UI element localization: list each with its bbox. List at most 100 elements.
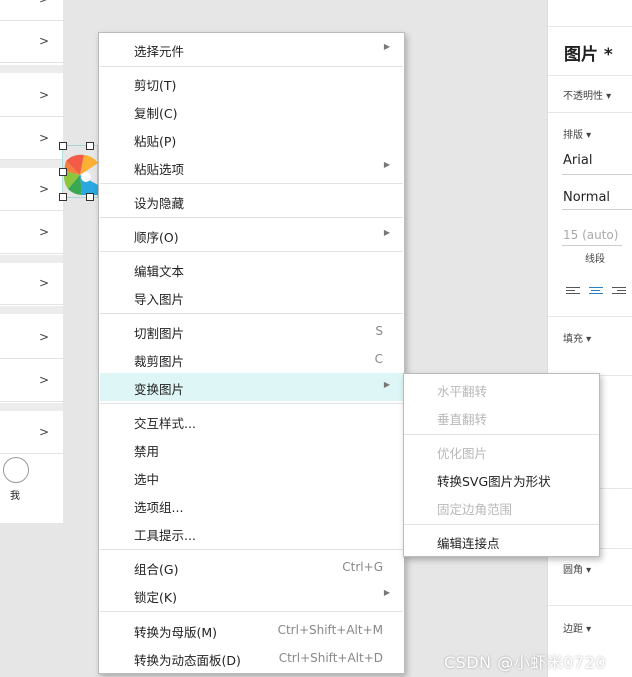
typography-section-toggle[interactable]: 排版 ▾ xyxy=(563,126,591,141)
menu-item-lock[interactable]: 锁定(K) ▶ xyxy=(100,581,403,609)
list-row[interactable]: > xyxy=(0,170,63,211)
menu-item-group[interactable]: 组合(G) Ctrl+G xyxy=(100,553,403,581)
chevron-right-icon[interactable]: > xyxy=(39,330,49,344)
resize-handle[interactable] xyxy=(86,193,94,201)
chevron-right-icon[interactable]: > xyxy=(39,425,49,439)
menu-separator xyxy=(100,251,403,252)
menu-item-convert-to-dynamic-panel[interactable]: 转换为动态面板(D) Ctrl+Shift+Alt+D xyxy=(100,644,403,672)
menu-item-label: 工具提示... xyxy=(134,528,196,543)
menu-item-cut[interactable]: 剪切(T) xyxy=(100,69,403,97)
divider xyxy=(548,26,632,27)
divider xyxy=(548,75,632,76)
list-separator xyxy=(0,65,63,73)
menu-item-order[interactable]: 顺序(O) ▶ xyxy=(100,221,403,249)
list-row[interactable]: > xyxy=(0,318,63,359)
chevron-right-icon[interactable]: > xyxy=(39,182,49,196)
me-tab-label[interactable]: 我 xyxy=(10,487,20,502)
opacity-section-toggle[interactable]: 不透明性 ▾ xyxy=(563,87,611,102)
chevron-right-icon[interactable]: > xyxy=(39,0,49,6)
menu-item-selected[interactable]: 选中 xyxy=(100,463,403,491)
chevron-right-icon[interactable]: > xyxy=(39,373,49,387)
context-menu: 选择元件 ▶ 剪切(T) 复制(C) 粘贴(P) 粘贴选项 ▶ 设为隐藏 顺序(O)… xyxy=(98,32,405,674)
menu-item-copy[interactable]: 复制(C) xyxy=(100,97,403,125)
line-spacing-label: 线段 xyxy=(585,254,605,265)
menu-item-select-widget[interactable]: 选择元件 ▶ xyxy=(100,35,403,63)
corner-section-toggle[interactable]: 圆角 ▾ xyxy=(563,561,591,576)
page-list-panel: > > > > > > > > > > 我 xyxy=(0,0,63,523)
avatar[interactable] xyxy=(3,457,29,483)
menu-item-disable[interactable]: 禁用 xyxy=(100,435,403,463)
list-row[interactable]: > xyxy=(0,213,63,254)
chevron-right-icon[interactable]: > xyxy=(39,225,49,239)
submenu-item-flip-horizontal[interactable]: 水平翻转 xyxy=(404,375,599,403)
margin-section-toggle[interactable]: 边距 ▾ xyxy=(563,620,591,635)
chevron-right-icon[interactable]: > xyxy=(39,88,49,102)
menu-item-label: 交互样式... xyxy=(134,416,196,431)
fill-section-toggle[interactable]: 填充 ▾ xyxy=(563,330,591,345)
resize-handle[interactable] xyxy=(86,142,94,150)
list-row[interactable]: > xyxy=(0,264,63,305)
font-weight-select[interactable]: Normal xyxy=(563,190,610,205)
submenu-item-optimize-image[interactable]: 优化图片 xyxy=(404,437,599,465)
transform-image-submenu: 水平翻转 垂直翻转 优化图片 转换SVG图片为形状 固定边角范围 编辑连接点 xyxy=(403,373,600,557)
shortcut-label: Ctrl+G xyxy=(342,560,383,574)
list-row[interactable]: > xyxy=(0,361,63,402)
watermark: CSDN @小虾米0720 xyxy=(444,653,606,672)
menu-item-tooltip[interactable]: 工具提示... xyxy=(100,519,403,547)
menu-item-label: 裁剪图片 xyxy=(134,354,185,369)
chevron-right-icon[interactable]: > xyxy=(39,131,49,145)
menu-item-import-image[interactable]: 导入图片 xyxy=(100,283,403,311)
menu-item-set-hidden[interactable]: 设为隐藏 xyxy=(100,187,403,215)
align-right-icon[interactable] xyxy=(612,285,626,297)
menu-item-edit-text[interactable]: 编辑文本 xyxy=(100,255,403,283)
menu-separator xyxy=(100,183,403,184)
menu-item-paste-options[interactable]: 粘贴选项 ▶ xyxy=(100,153,403,181)
line-spacing-input[interactable]: 15 (auto) xyxy=(563,228,618,242)
menu-item-label: 选中 xyxy=(134,472,160,487)
submenu-item-edit-connection-points[interactable]: 编辑连接点 xyxy=(404,527,599,555)
menu-item-label: 锁定(K) xyxy=(134,590,177,605)
resize-handle[interactable] xyxy=(59,168,67,176)
menu-separator xyxy=(100,313,403,314)
style-inspector-panel: 图片 * 不透明性 ▾ 排版 ▾ Arial Normal 15 (auto) … xyxy=(547,0,632,677)
align-center-icon[interactable] xyxy=(589,285,603,297)
menu-item-label: 编辑连接点 xyxy=(437,536,500,551)
menu-separator xyxy=(100,611,403,612)
menu-item-label: 顺序(O) xyxy=(134,230,179,245)
shortcut-label: Ctrl+Shift+Alt+D xyxy=(278,651,383,665)
menu-item-label: 优化图片 xyxy=(437,446,488,461)
menu-item-interaction-styles[interactable]: 交互样式... xyxy=(100,407,403,435)
submenu-item-convert-svg-to-shape[interactable]: 转换SVG图片为形状 xyxy=(404,465,599,493)
chevron-right-icon[interactable]: > xyxy=(39,276,49,290)
menu-item-transform-image[interactable]: 变换图片 ▶ xyxy=(100,373,403,401)
menu-separator xyxy=(100,403,403,404)
menu-item-crop-image[interactable]: 裁剪图片 C xyxy=(100,345,403,373)
menu-item-paste[interactable]: 粘贴(P) xyxy=(100,125,403,153)
list-row[interactable]: > xyxy=(0,76,63,117)
menu-item-label: 编辑文本 xyxy=(134,264,185,279)
menu-item-convert-to-master[interactable]: 转换为母版(M) Ctrl+Shift+Alt+M xyxy=(100,616,403,644)
shortcut-label: S xyxy=(375,324,383,338)
list-row[interactable]: > xyxy=(0,0,63,21)
list-row[interactable]: > xyxy=(0,413,63,454)
menu-item-label: 垂直翻转 xyxy=(437,412,488,427)
submenu-item-fix-corner-range[interactable]: 固定边角范围 xyxy=(404,493,599,521)
font-family-select[interactable]: Arial xyxy=(563,153,592,168)
menu-item-slice-image[interactable]: 切割图片 S xyxy=(100,317,403,345)
list-separator xyxy=(0,255,63,263)
list-separator xyxy=(0,160,63,168)
divider xyxy=(548,316,632,317)
chevron-right-icon[interactable]: > xyxy=(39,34,49,48)
list-row[interactable]: > xyxy=(0,119,63,160)
menu-separator xyxy=(100,217,403,218)
resize-handle[interactable] xyxy=(59,142,67,150)
shortcut-label: C xyxy=(374,352,383,366)
resize-handle[interactable] xyxy=(59,193,67,201)
selected-image-widget[interactable] xyxy=(59,142,99,201)
list-row[interactable]: > xyxy=(0,22,63,63)
align-left-icon[interactable] xyxy=(566,285,580,297)
submenu-item-flip-vertical[interactable]: 垂直翻转 xyxy=(404,403,599,431)
menu-item-label: 剪切(T) xyxy=(134,78,177,93)
submenu-arrow-icon: ▶ xyxy=(383,228,390,237)
menu-item-option-group[interactable]: 选项组... xyxy=(100,491,403,519)
